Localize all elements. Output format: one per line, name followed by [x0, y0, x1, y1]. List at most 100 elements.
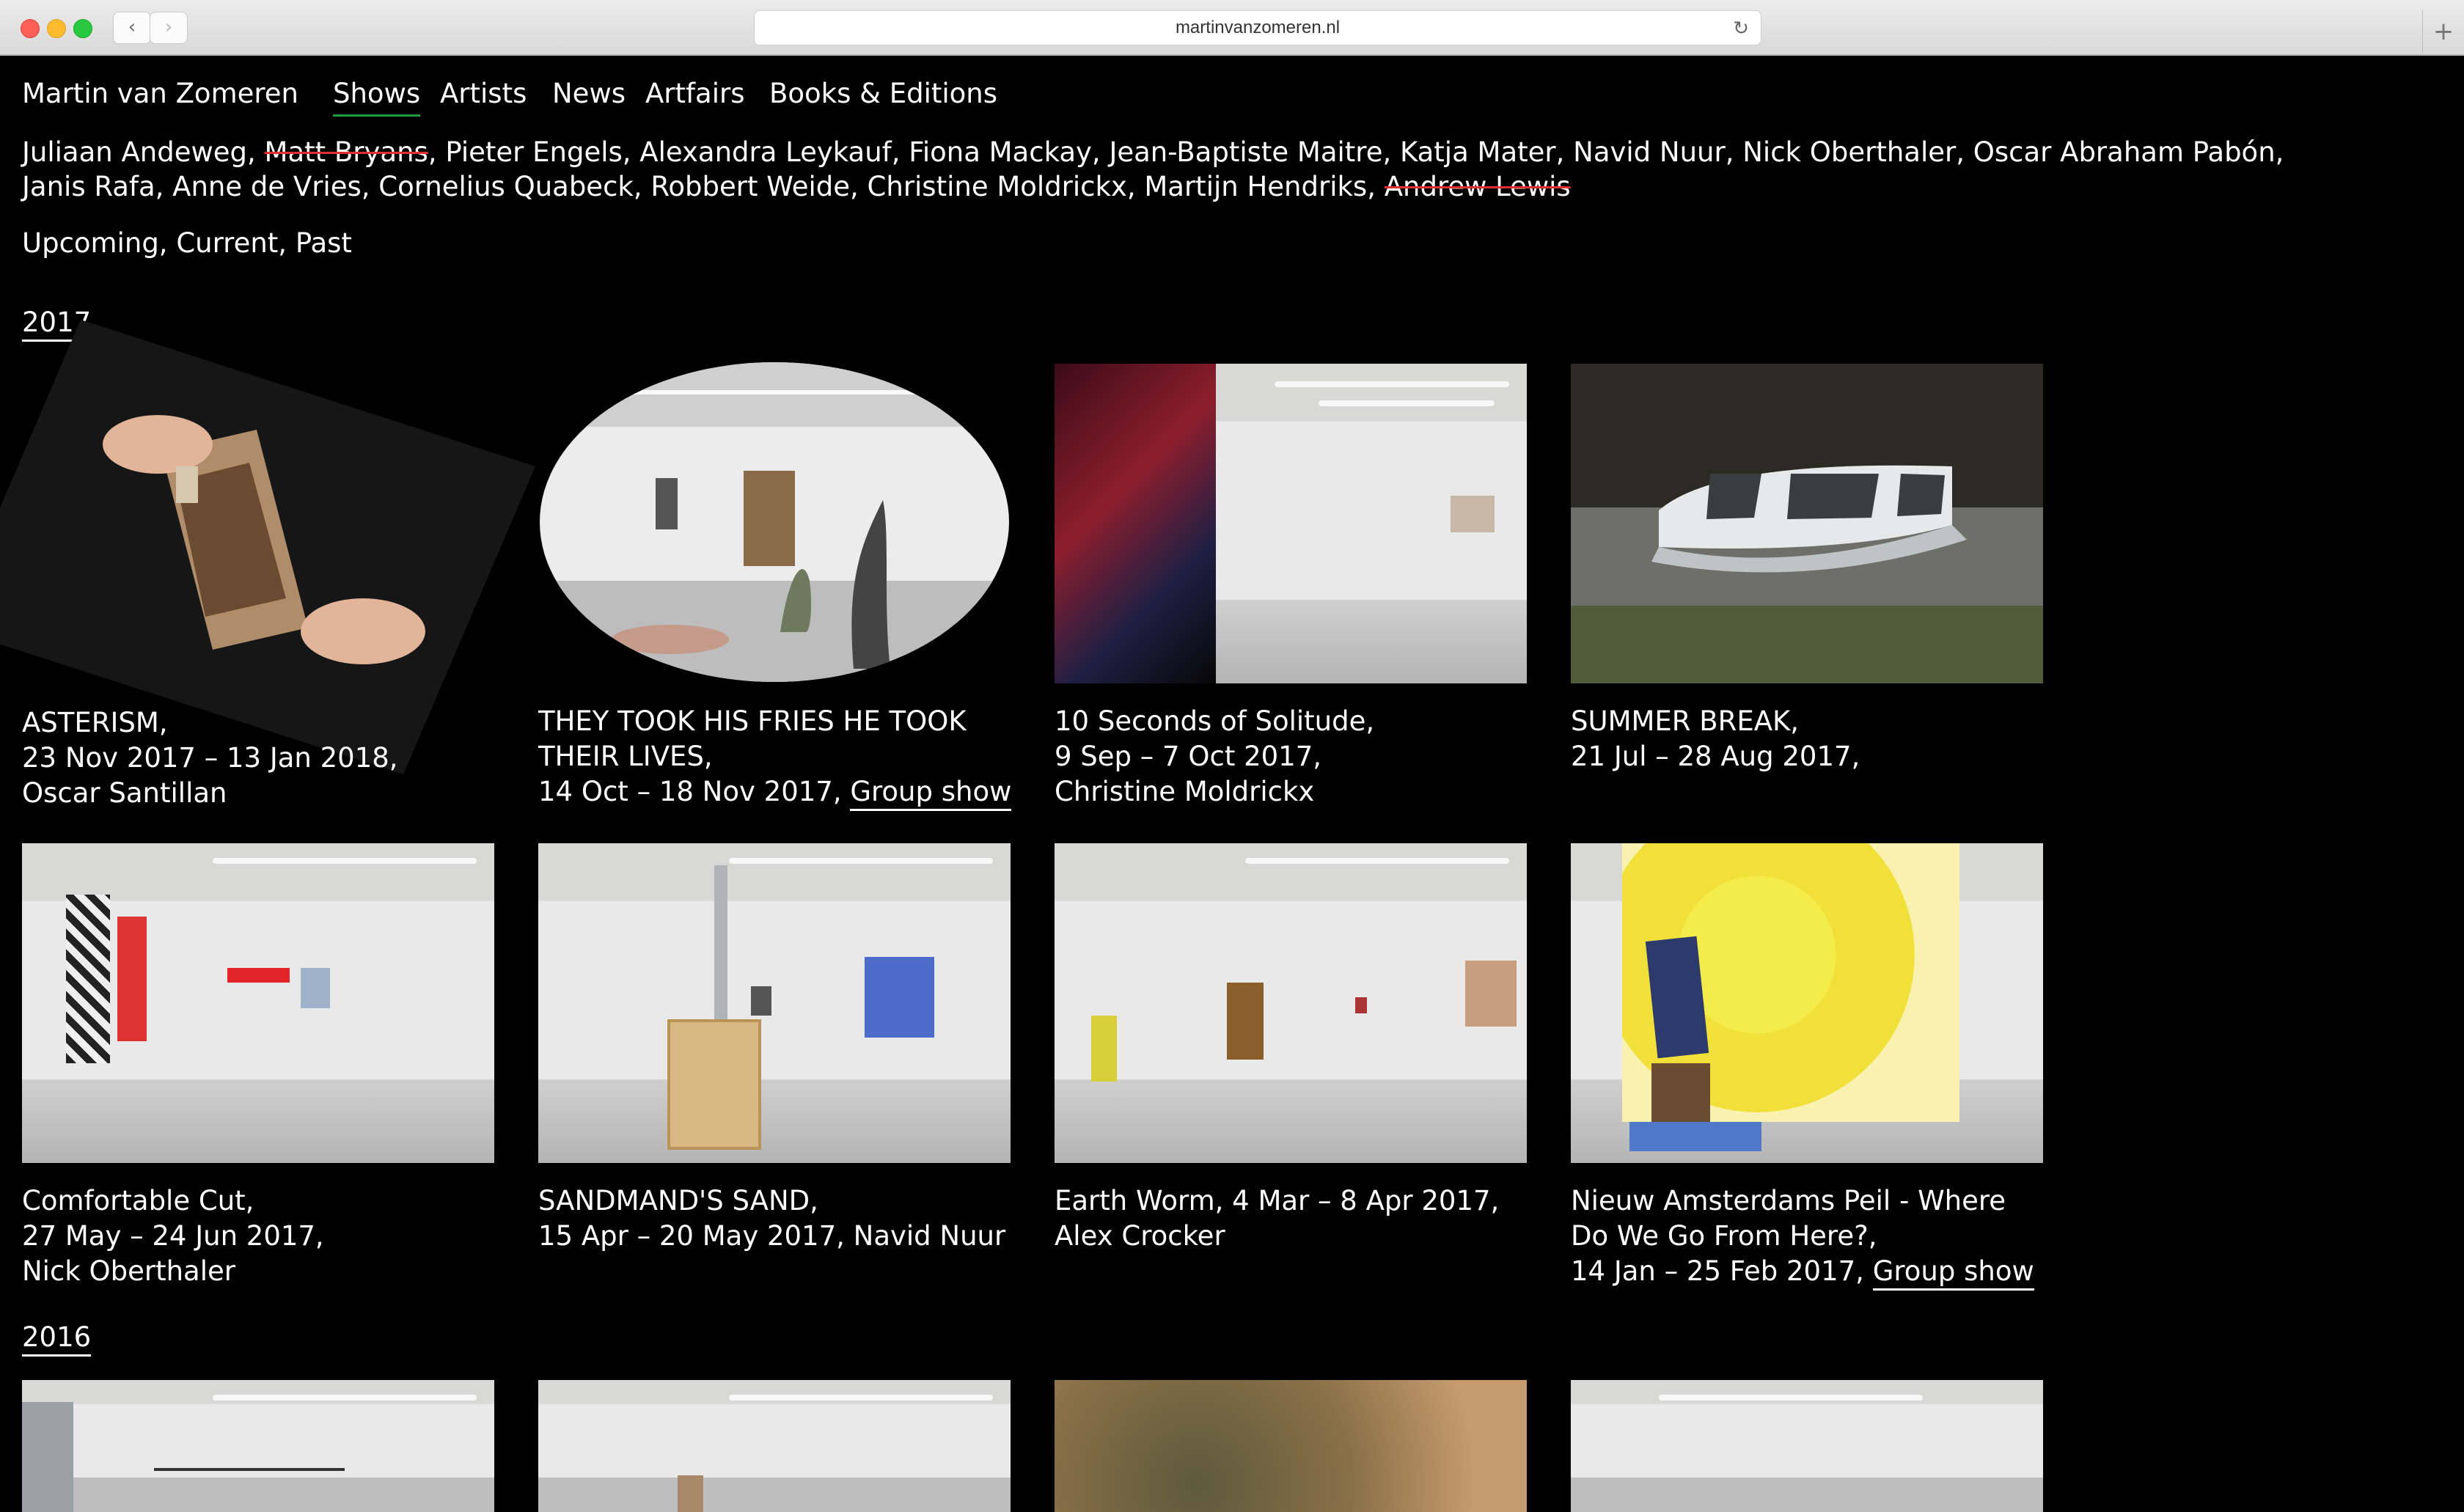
- caption-line: 14 Oct – 18 Nov 2017, Group show: [538, 774, 1022, 811]
- show-caption: Nieuw Amsterdams Peil - Where Do We Go F…: [1571, 1183, 2055, 1291]
- artist-link[interactable]: Oscar Abraham Pabón: [1973, 136, 2276, 168]
- caption-line: Nieuw Amsterdams Peil - Where: [1571, 1185, 2006, 1216]
- show-caption: 10 Seconds of Solitude, 9 Sep – 7 Oct 20…: [1055, 704, 1539, 810]
- show-thumbnail[interactable]: [22, 843, 494, 1163]
- separator: ,: [622, 136, 640, 168]
- caption-line: Christine Moldrickx: [1055, 776, 1315, 807]
- artist-link[interactable]: Juliaan Andeweg: [22, 136, 247, 168]
- caption-line: 27 May – 24 Jun 2017,: [22, 1220, 324, 1252]
- artist-link[interactable]: Nick Oberthaler: [1742, 136, 1956, 168]
- thumbnail-image: [678, 1475, 703, 1512]
- caption-dates: 14 Oct – 18 Nov 2017,: [538, 776, 851, 807]
- chevron-right-icon: ›: [164, 16, 173, 38]
- artist-list-line-2: Janis Rafa, Anne de Vries, Cornelius Qua…: [22, 169, 2369, 204]
- caption-line: 21 Jul – 28 Aug 2017,: [1571, 741, 1860, 772]
- site-nav: Martin van Zomeren Shows Artists News Ar…: [22, 78, 997, 117]
- caption-line: 10 Seconds of Solitude,: [1055, 705, 1375, 737]
- separator: ,: [361, 171, 379, 202]
- separator: ,: [1555, 136, 1574, 168]
- nav-news[interactable]: News: [552, 78, 626, 109]
- show-thumbnail[interactable]: [1055, 843, 1527, 1163]
- caption-line: Earth Worm, 4 Mar – 8 Apr 2017,: [1055, 1185, 1500, 1216]
- group-show-link[interactable]: Group show: [850, 776, 1012, 811]
- separator: ,: [850, 171, 868, 202]
- maximize-window-button[interactable]: [73, 19, 92, 38]
- show-thumbnail[interactable]: [538, 843, 1011, 1163]
- url-text: martinvanzomeren.nl: [1175, 18, 1341, 37]
- close-window-button[interactable]: [21, 19, 40, 38]
- caption-line: Oscar Santillan: [22, 777, 227, 809]
- show-thumbnail[interactable]: [538, 1380, 1011, 1512]
- artist-link[interactable]: Katja Mater: [1400, 136, 1556, 168]
- show-caption: THEY TOOK HIS FRIES HE TOOK THEIR LIVES,…: [538, 704, 1022, 811]
- reload-icon[interactable]: ↻: [1733, 11, 1749, 45]
- caption-line: ASTERISM,: [22, 707, 168, 738]
- caption-dates: 14 Jan – 25 Feb 2017,: [1571, 1255, 1873, 1287]
- artist-link[interactable]: Janis Rafa: [22, 171, 155, 202]
- show-thumbnail[interactable]: [1571, 843, 2043, 1163]
- thumbnail-image: [1571, 465, 2043, 683]
- forward-button[interactable]: ›: [150, 12, 188, 44]
- caption-line: THEY TOOK HIS FRIES HE TOOK: [538, 705, 967, 737]
- separator: ,: [1956, 136, 1973, 168]
- caption-line: Alex Crocker: [1055, 1220, 1225, 1252]
- year-heading-2016[interactable]: 2016: [22, 1321, 92, 1357]
- artist-link[interactable]: Martijn Hendriks: [1144, 171, 1367, 202]
- page-content: Martin van Zomeren Shows Artists News Ar…: [0, 56, 2464, 1512]
- artist-list-line-1: Juliaan Andeweg, Matt Bryans, Pieter Eng…: [22, 135, 2369, 169]
- separator: ,: [1367, 171, 1385, 202]
- group-show-link[interactable]: Group show: [1872, 1255, 2034, 1291]
- thumbnail-image: [1055, 364, 1216, 683]
- new-tab-button[interactable]: +: [2422, 10, 2464, 53]
- thumbnail-image: [22, 1402, 73, 1512]
- separator: ,: [2275, 136, 2284, 168]
- thumbnail-image: [540, 362, 1009, 682]
- site-title[interactable]: Martin van Zomeren: [22, 78, 298, 109]
- separator: ,: [1126, 171, 1145, 202]
- caption-line: 23 Nov 2017 – 13 Jan 2018,: [22, 742, 398, 774]
- artist-link[interactable]: Christine Moldrickx: [868, 171, 1127, 202]
- artist-link[interactable]: Fiona Mackay: [909, 136, 1092, 168]
- caption-line: Nick Oberthaler: [22, 1255, 235, 1287]
- thumbnail-image: [1091, 1016, 1117, 1082]
- nav-shows[interactable]: Shows: [333, 78, 421, 117]
- caption-line: 9 Sep – 7 Oct 2017,: [1055, 741, 1322, 772]
- show-caption: SUMMER BREAK, 21 Jul – 28 Aug 2017,: [1571, 704, 2055, 774]
- artist-link[interactable]: Navid Nuur: [1573, 136, 1726, 168]
- back-button[interactable]: ‹: [113, 12, 151, 44]
- artist-link[interactable]: Robbert Weide: [650, 171, 850, 202]
- nav-artfairs[interactable]: Artfairs: [645, 78, 745, 109]
- thumbnail-image: [66, 895, 110, 1063]
- artist-link[interactable]: Andrew Lewis: [1385, 171, 1571, 202]
- artist-link[interactable]: Jean-Baptiste Maitre: [1109, 136, 1382, 168]
- show-thumbnail[interactable]: [22, 1380, 494, 1512]
- separator: ,: [155, 171, 173, 202]
- show-thumbnail[interactable]: [1571, 364, 2043, 683]
- artist-link[interactable]: Anne de Vries: [172, 171, 362, 202]
- address-bar[interactable]: martinvanzomeren.nl ↻: [754, 10, 1761, 45]
- show-thumbnail[interactable]: [1055, 1380, 1527, 1512]
- plus-icon: +: [2432, 17, 2454, 46]
- show-thumbnail[interactable]: [538, 361, 1011, 683]
- artist-filter-list: Juliaan Andeweg, Matt Bryans, Pieter Eng…: [22, 135, 2369, 204]
- minimize-window-button[interactable]: [47, 19, 66, 38]
- artist-link[interactable]: Matt Bryans: [265, 136, 428, 168]
- separator: ,: [891, 136, 909, 168]
- artist-link[interactable]: Cornelius Quabeck: [378, 171, 634, 202]
- show-caption: Comfortable Cut, 27 May – 24 Jun 2017, N…: [22, 1183, 506, 1289]
- separator: ,: [1091, 136, 1110, 168]
- nav-books-editions[interactable]: Books & Editions: [769, 78, 997, 109]
- caption-line: 15 Apr – 20 May 2017, Navid Nuur: [538, 1220, 1006, 1252]
- browser-toolbar: ‹ › martinvanzomeren.nl ↻ +: [0, 0, 2464, 56]
- artist-link[interactable]: Alexandra Leykauf: [639, 136, 891, 168]
- show-thumbnail[interactable]: [0, 320, 535, 774]
- caption-line: THEIR LIVES,: [538, 741, 713, 772]
- nav-artists[interactable]: Artists: [440, 78, 527, 109]
- period-filters[interactable]: Upcoming, Current, Past: [22, 227, 352, 259]
- caption-line: Comfortable Cut,: [22, 1185, 254, 1216]
- caption-line: SUMMER BREAK,: [1571, 705, 1800, 737]
- artist-link[interactable]: Pieter Engels: [445, 136, 622, 168]
- show-thumbnail[interactable]: [1055, 364, 1527, 683]
- show-thumbnail[interactable]: [1571, 1380, 2043, 1512]
- show-caption: SANDMAND'S SAND, 15 Apr – 20 May 2017, N…: [538, 1183, 1022, 1254]
